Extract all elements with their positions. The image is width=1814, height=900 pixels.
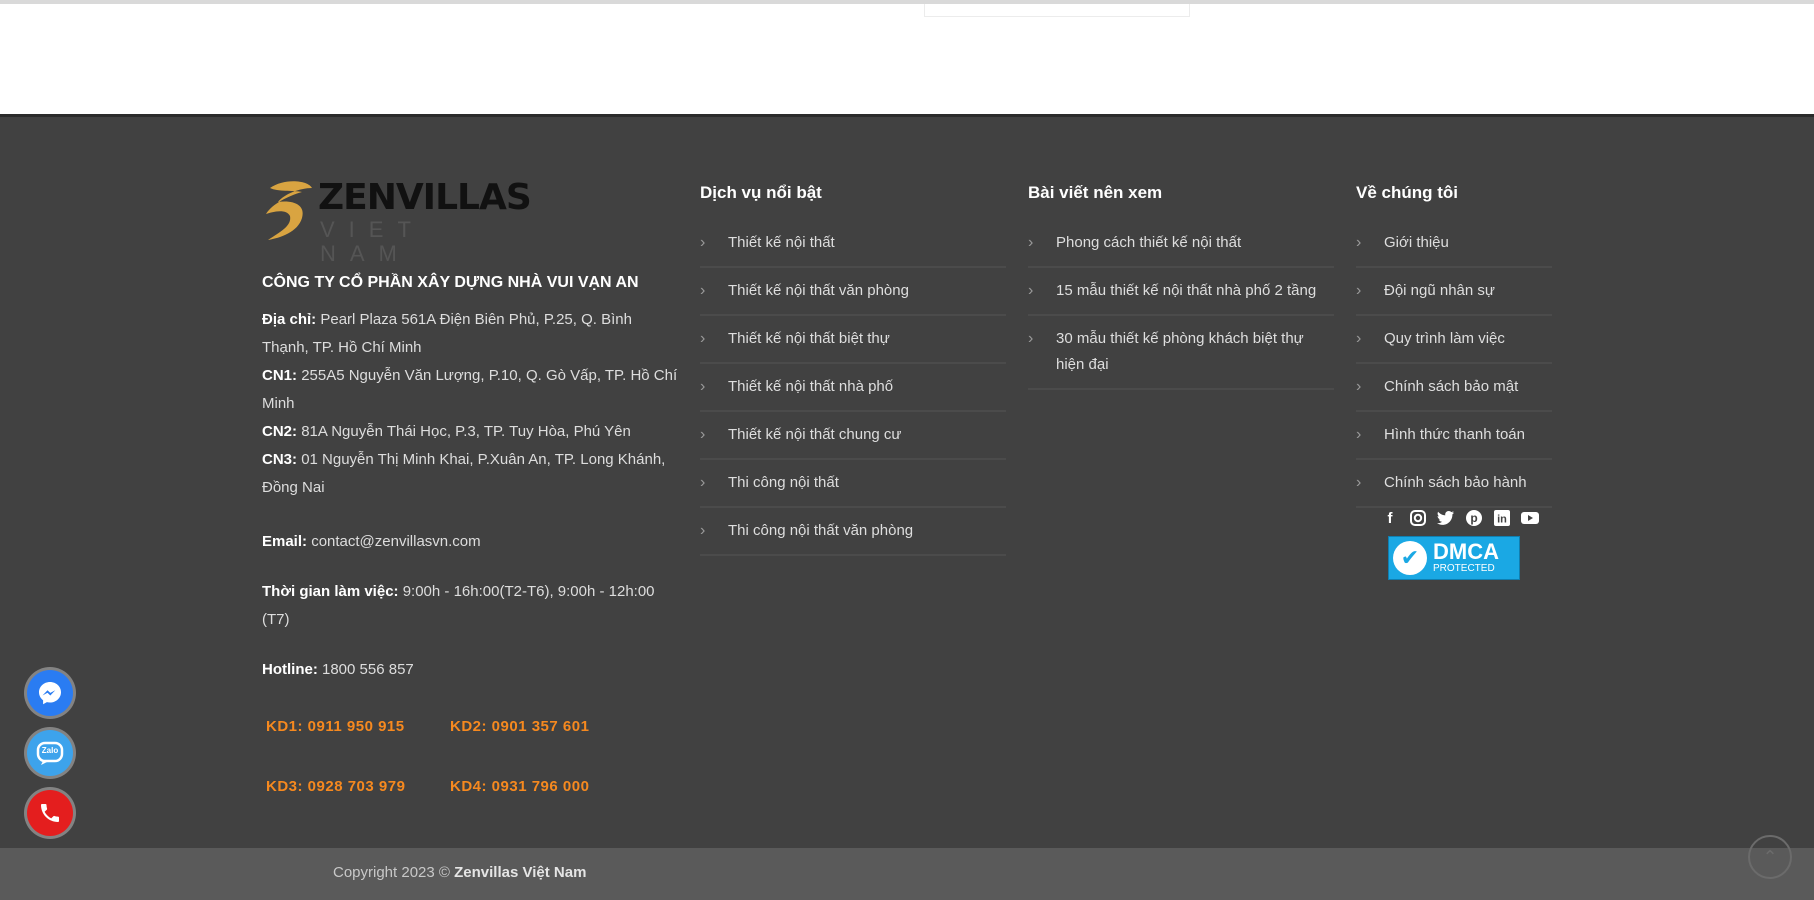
menu-item[interactable]: › Giới thiệu <box>1356 220 1552 268</box>
chevron-right-icon: › <box>1028 234 1034 251</box>
menu-item[interactable]: › Thiết kế nội thất chung cư <box>700 412 1006 460</box>
chevron-right-icon: › <box>1356 330 1362 347</box>
chevron-right-icon: › <box>1356 234 1362 251</box>
back-to-top-button[interactable]: ⌃ <box>1748 835 1792 879</box>
company-addresses: Địa chỉ: Pearl Plaza 561A Điện Biên Phủ,… <box>262 306 682 502</box>
menu-item[interactable]: › Thiết kế nội thất biệt thự <box>700 316 1006 364</box>
hotline-line: Hotline: 1800 556 857 <box>262 661 414 678</box>
branch-3-line: CN3: 01 Nguyễn Thị Minh Khai, P.Xuân An,… <box>262 451 666 496</box>
chevron-right-icon: › <box>700 378 706 395</box>
chevron-right-icon: › <box>700 522 706 539</box>
chevron-right-icon: › <box>1028 330 1034 347</box>
messenger-button[interactable] <box>27 670 73 716</box>
chevron-right-icon: › <box>1356 282 1362 299</box>
hotline-number[interactable]: 1800 556 857 <box>322 661 414 678</box>
menu-item[interactable]: › Chính sách bảo hành <box>1356 460 1552 508</box>
logo-mark-icon <box>266 181 312 240</box>
menu-item[interactable]: › Thi công nội thất văn phòng <box>700 508 1006 556</box>
address-line: Địa chỉ: Pearl Plaza 561A Điện Biên Phủ,… <box>262 311 632 356</box>
chevron-right-icon: › <box>700 426 706 443</box>
email-line: Email: contact@zenvillasvn.com <box>262 533 481 550</box>
menu-item[interactable]: › 15 mẫu thiết kế nội thất nhà phố 2 tầng <box>1028 268 1334 316</box>
menu-item[interactable]: › Quy trình làm việc <box>1356 316 1552 364</box>
chevron-right-icon: › <box>700 282 706 299</box>
sales-hotline-1[interactable]: KD1: 0911 950 915 <box>266 718 405 735</box>
chevron-right-icon: › <box>1356 378 1362 395</box>
branch-1-line: CN1: 255A5 Nguyễn Văn Lượng, P.10, Q. Gò… <box>262 367 678 412</box>
phone-icon <box>41 804 59 822</box>
recommended-posts-title: Bài viết nên xem <box>1028 183 1163 202</box>
footer-bottom-bar <box>0 848 1814 900</box>
sales-hotline-4[interactable]: KD4: 0931 796 000 <box>450 778 589 795</box>
menu-item[interactable]: › Thiết kế nội thất văn phòng <box>700 268 1006 316</box>
recommended-posts-menu: › Phong cách thiết kế nội thất › 15 mẫu th… <box>1028 220 1334 390</box>
social-links: f p in <box>1380 508 1540 528</box>
menu-item[interactable]: › Thiết kế nội thất nhà phố <box>700 364 1006 412</box>
pinterest-icon[interactable]: p <box>1464 508 1484 528</box>
about-us-title: Về chúng tôi <box>1356 183 1458 202</box>
working-hours-line: Thời gian làm việc: 9:00h - 16h:00(T2-T6… <box>262 583 655 628</box>
copyright-text: Copyright 2023 © Zenvillas Việt Nam <box>333 864 587 881</box>
menu-item[interactable]: › 30 mẫu thiết kế phòng khách biệt thự hi… <box>1028 316 1334 390</box>
youtube-icon[interactable] <box>1520 508 1540 528</box>
menu-item[interactable]: › Chính sách bảo mật <box>1356 364 1552 412</box>
featured-services-title: Dịch vụ nổi bật <box>700 183 822 202</box>
dmca-label: DMCA <box>1433 539 1499 564</box>
chevron-right-icon: › <box>1028 282 1034 299</box>
top-box <box>924 4 1190 17</box>
linkedin-icon[interactable]: in <box>1492 508 1512 528</box>
menu-item[interactable]: › Thi công nội thất <box>700 460 1006 508</box>
about-us-menu: › Giới thiệu › Đội ngũ nhân sự › Quy trình … <box>1356 220 1552 508</box>
chevron-right-icon: › <box>700 330 706 347</box>
featured-services-menu: › Thiết kế nội thất › Thiết kế nội thất vă… <box>700 220 1006 556</box>
menu-item[interactable]: › Hình thức thanh toán <box>1356 412 1552 460</box>
logo-text: ZENVILLAS <box>318 177 532 218</box>
copyright-brand-link[interactable]: Zenvillas Việt Nam <box>454 864 586 881</box>
instagram-icon[interactable] <box>1408 508 1428 528</box>
menu-item[interactable]: › Thiết kế nội thất <box>700 220 1006 268</box>
svg-text:p: p <box>1470 511 1477 525</box>
chevron-right-icon: › <box>700 234 706 251</box>
facebook-icon[interactable]: f <box>1380 508 1400 528</box>
branch-2-line: CN2: 81A Nguyễn Thái Học, P.3, TP. Tuy H… <box>262 423 631 440</box>
chevron-right-icon: › <box>700 474 706 491</box>
menu-item[interactable]: › Đội ngũ nhân sự <box>1356 268 1552 316</box>
checkmark-icon: ✔ <box>1393 541 1427 575</box>
phone-button[interactable] <box>27 790 73 836</box>
chevron-right-icon: › <box>1356 426 1362 443</box>
twitter-icon[interactable] <box>1436 508 1456 528</box>
menu-item[interactable]: › Phong cách thiết kế nội thất <box>1028 220 1334 268</box>
chevron-up-icon: ⌃ <box>1762 846 1778 867</box>
chevron-right-icon: › <box>1356 474 1362 491</box>
sales-hotline-3[interactable]: KD3: 0928 703 979 <box>266 778 405 795</box>
zalo-label: Zalo <box>41 746 59 755</box>
email-link[interactable]: contact@zenvillasvn.com <box>311 533 480 550</box>
svg-text:in: in <box>1497 514 1507 526</box>
top-divider <box>0 0 1814 4</box>
company-name: CÔNG TY CỔ PHẦN XÂY DỰNG NHÀ VUI VẠN AN <box>262 274 639 291</box>
zalo-button[interactable]: Zalo <box>27 730 73 776</box>
logo-subtext: VIET NAM <box>320 217 425 266</box>
sales-hotline-2[interactable]: KD2: 0901 357 601 <box>450 718 589 735</box>
zenvillas-logo[interactable]: ZENVILLAS VIET NAM <box>262 174 532 266</box>
dmca-sub-label: PROTECTED <box>1433 563 1495 574</box>
dmca-badge[interactable]: ✔ DMCA PROTECTED <box>1388 536 1520 580</box>
messenger-icon <box>39 682 61 705</box>
